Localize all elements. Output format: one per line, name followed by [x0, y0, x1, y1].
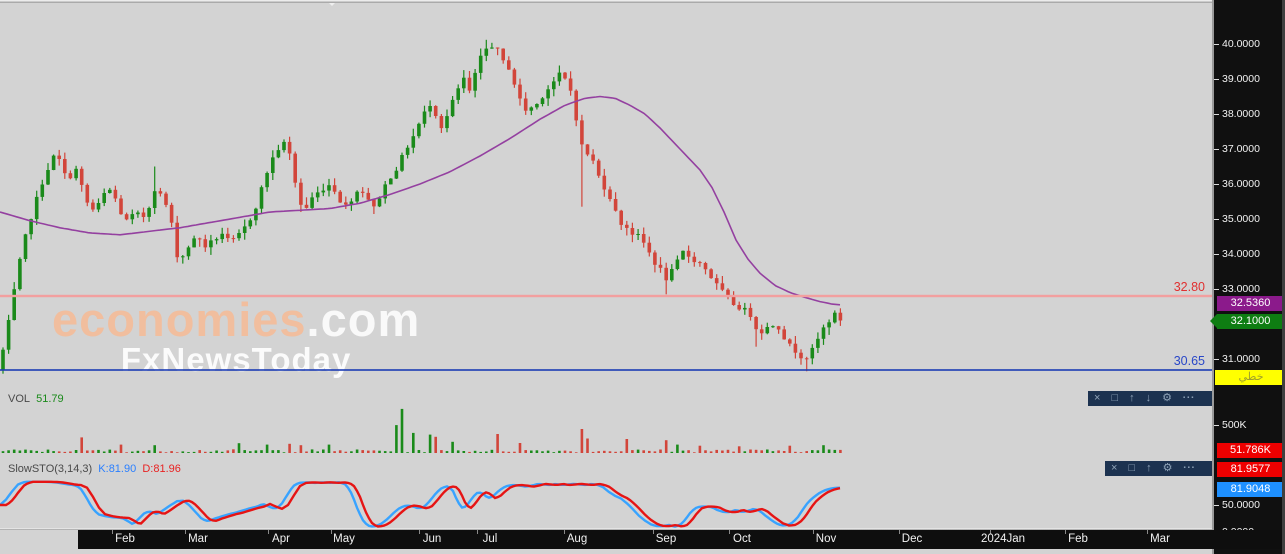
axis-tick — [899, 530, 900, 534]
scale-type-badge: خطي — [1215, 369, 1285, 385]
axis-price-label: 38.0000 — [1222, 108, 1260, 120]
axis-month-label: Jun — [422, 533, 442, 545]
axis-tick — [1214, 79, 1219, 80]
volume-bars-chart — [1, 408, 842, 453]
settings-icon[interactable]: ⚙ — [1163, 461, 1173, 476]
axis-tick — [419, 530, 420, 534]
axis-tick — [813, 530, 814, 534]
axis-month-label: Mar — [188, 533, 208, 545]
close-icon[interactable]: × — [1094, 391, 1100, 406]
axis-price-label: 37.0000 — [1222, 143, 1260, 155]
last-price-badge: 32.1000 — [1210, 313, 1284, 329]
axis-month-label: 2024Jan — [980, 533, 1026, 545]
pane-splitter[interactable] — [0, 0, 1212, 3]
axis-month-label: Oct — [733, 533, 751, 545]
axis-tick — [1214, 44, 1219, 45]
svg-text:32.80: 32.80 — [1174, 280, 1205, 294]
axis-price-label: 40.0000 — [1222, 38, 1260, 50]
time-axis[interactable]: Feb Mar Apr May Jun Jul Aug Sep Oct Nov Dec 2024Jan… — [78, 530, 1285, 549]
sto-k-badge: 81.9048 — [1217, 481, 1284, 497]
move-up-icon[interactable]: ↑ — [1146, 461, 1152, 476]
axis-tick — [653, 530, 654, 534]
price-pane[interactable]: economies.com FxNewsToday 32.80 30.65 — [0, 0, 1212, 388]
candlestick-chart[interactable]: 32.80 30.65 — [0, 0, 1212, 388]
axis-price-label: 50.0000 — [1222, 499, 1260, 511]
svg-text:30.65: 30.65 — [1174, 354, 1205, 368]
axis-month-label: Feb — [1068, 533, 1088, 545]
axis-tick — [1214, 149, 1219, 150]
axis-month-label: May — [333, 533, 355, 545]
maximize-icon[interactable]: □ — [1128, 461, 1135, 476]
axis-month-label: Apr — [272, 533, 290, 545]
price-axis[interactable]: 40.0000 39.0000 38.0000 37.0000 36.0000 35.00… — [1210, 0, 1285, 554]
stochastic-pane-toolbar: × □ ↑ ⚙ ▪▪▪ — [1105, 461, 1212, 476]
volume-pane[interactable]: VOL 51.79 × □ ↑ ↓ ⚙ ▪▪▪ — [0, 391, 1212, 458]
axis-tick — [1214, 359, 1219, 360]
axis-price-label: 39.0000 — [1222, 73, 1260, 85]
axis-tick — [477, 530, 478, 534]
axis-month-label: Dec — [901, 533, 923, 545]
volume-value-badge: 51.786K — [1217, 442, 1284, 458]
axis-tick — [268, 530, 269, 534]
sto-d-badge: 81.9577 — [1217, 461, 1284, 477]
axis-month-label: Aug — [566, 533, 588, 545]
axis-tick — [1214, 254, 1219, 255]
axis-price-label: 500K — [1222, 419, 1247, 431]
axis-tick — [1214, 114, 1219, 115]
axis-tick — [1147, 530, 1148, 534]
maximize-icon[interactable]: □ — [1111, 391, 1118, 406]
axis-tick — [185, 530, 186, 534]
trading-chart-window: economies.com FxNewsToday 32.80 30.65 VOL… — [0, 0, 1285, 554]
axis-tick — [1214, 219, 1219, 220]
axis-price-label: 31.0000 — [1222, 353, 1260, 365]
axis-tick — [1065, 530, 1066, 534]
more-icon[interactable]: ▪▪▪ — [1183, 391, 1195, 406]
ma-value-badge: 32.5360 — [1217, 295, 1284, 311]
axis-tick — [112, 530, 113, 534]
move-up-icon[interactable]: ↑ — [1129, 391, 1135, 406]
axis-price-label: 33.0000 — [1222, 283, 1260, 295]
axis-month-label: Sep — [655, 533, 677, 545]
axis-price-label: 35.0000 — [1222, 213, 1260, 225]
axis-price-label: 36.0000 — [1222, 178, 1260, 190]
axis-tick — [1214, 425, 1219, 426]
axis-month-label: Mar — [1150, 533, 1170, 545]
axis-tick — [1214, 289, 1219, 290]
axis-tick — [1214, 184, 1219, 185]
more-icon[interactable]: ▪▪▪ — [1183, 461, 1195, 476]
axis-month-label: Feb — [115, 533, 135, 545]
badge-arrow-icon — [1210, 313, 1217, 328]
settings-icon[interactable]: ⚙ — [1162, 391, 1172, 406]
axis-tick — [331, 530, 332, 534]
axis-month-label: Jul — [482, 533, 498, 545]
close-icon[interactable]: × — [1111, 461, 1117, 476]
volume-pane-toolbar: × □ ↑ ↓ ⚙ ▪▪▪ — [1088, 391, 1212, 406]
axis-tick — [1214, 505, 1219, 506]
stochastic-lines-chart — [0, 480, 841, 528]
axis-month-label: Nov — [815, 533, 837, 545]
axis-tick — [564, 530, 565, 534]
stochastic-pane[interactable]: SlowSTO(3,14,3) K:81.90 D:81.96 × □ ↑ ⚙ ▪▪▪ — [0, 461, 1212, 528]
axis-tick — [729, 530, 730, 534]
move-down-icon[interactable]: ↓ — [1146, 391, 1152, 406]
axis-price-label: 34.0000 — [1222, 248, 1260, 260]
